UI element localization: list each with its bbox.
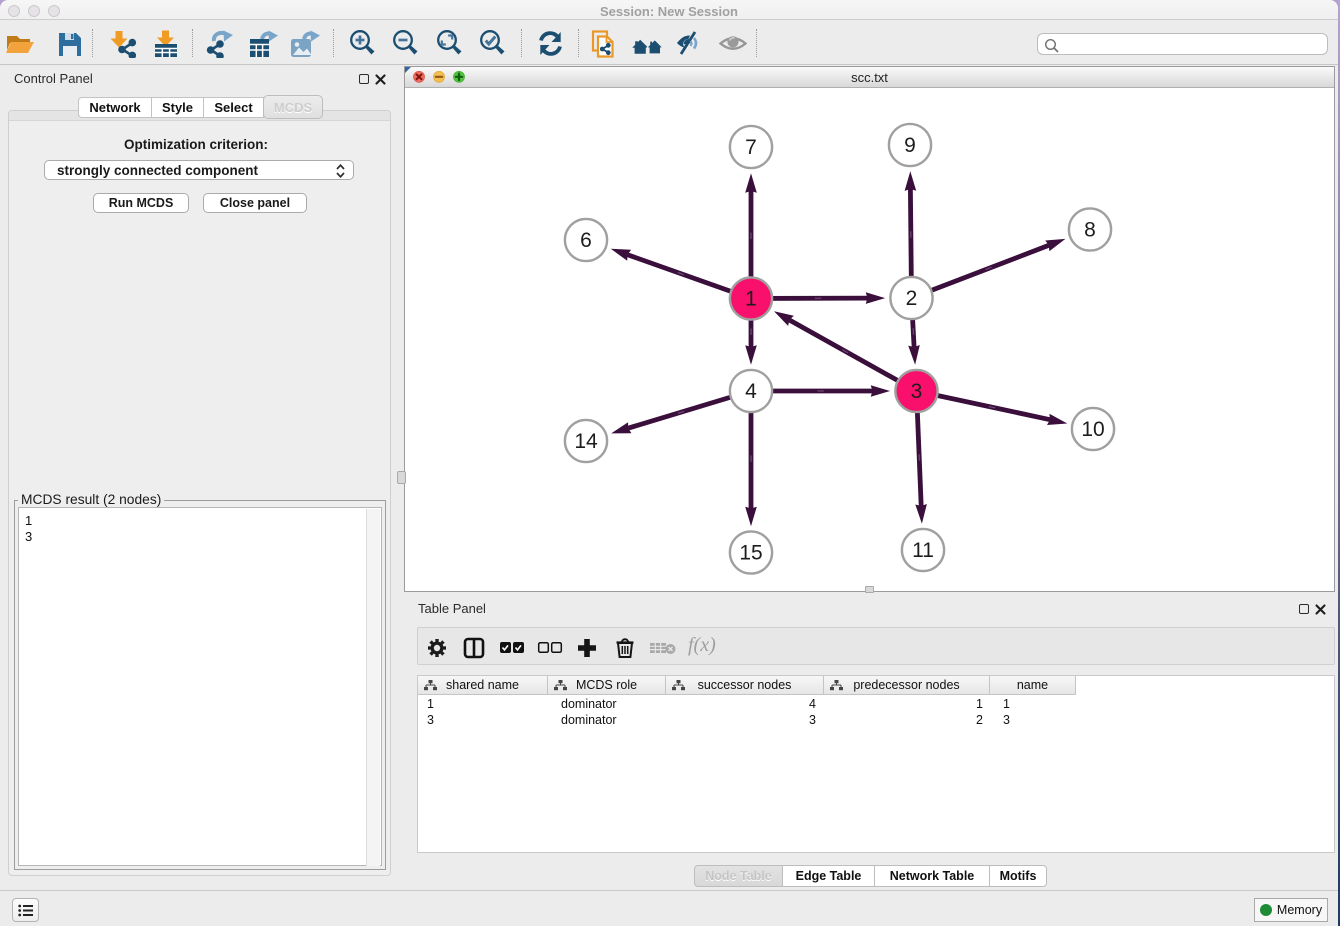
svg-text:9: 9 [904,134,916,157]
svg-text:10: 10 [1081,418,1104,441]
svg-text:3: 3 [911,380,923,403]
svg-text:11: 11 [912,539,934,562]
svg-text:7: 7 [745,136,757,159]
svg-text:1: 1 [745,288,757,311]
svg-text:6: 6 [580,229,592,252]
svg-text:4: 4 [745,380,757,403]
svg-text:14: 14 [574,430,598,453]
svg-text:8: 8 [1084,219,1096,242]
svg-text:15: 15 [739,542,762,565]
svg-text:2: 2 [906,287,918,310]
